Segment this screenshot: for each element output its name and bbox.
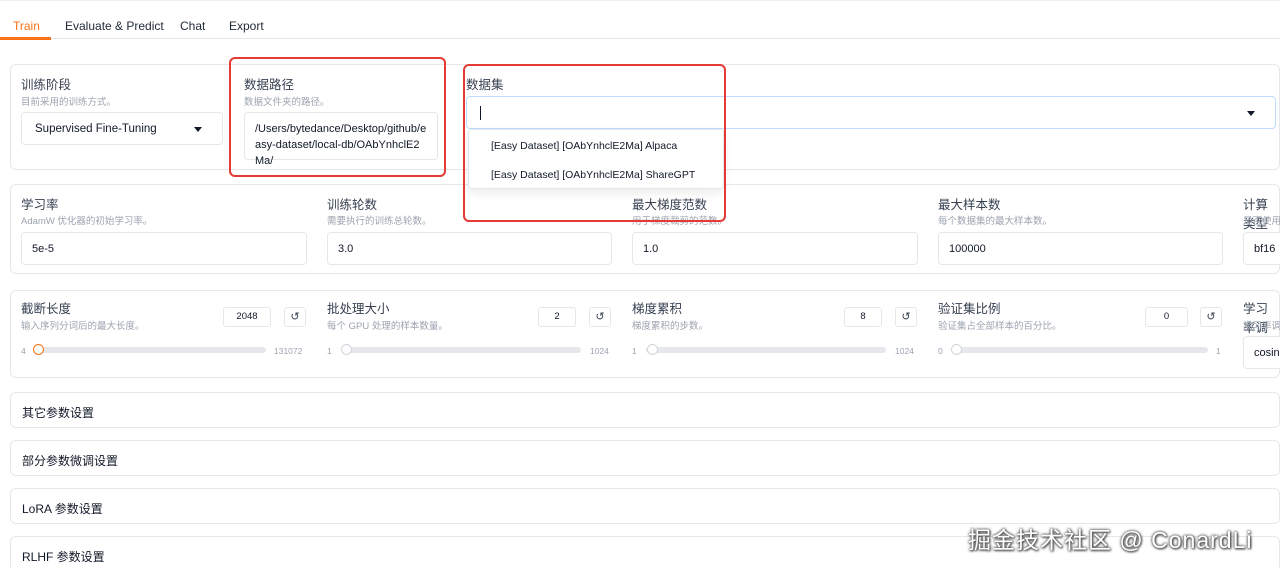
cutoff-len-reset-icon[interactable]: ↺ (284, 307, 306, 327)
val-size-max: 1 (1216, 346, 1221, 356)
tab-train[interactable]: Train (13, 19, 40, 33)
cutoff-len-label: 截断长度 (21, 302, 72, 316)
batch-size-info: 每个 GPU 处理的样本数量。 (327, 321, 448, 332)
val-size-info: 验证集占全部样本的百分比。 (938, 321, 1062, 332)
dataset-label: 数据集 (466, 78, 504, 92)
dataset-dropdown-list: [Easy Dataset] [OAbYnhclE2Ma] Alpaca [Ea… (468, 129, 724, 189)
stage-select-value: Supervised Fine-Tuning (35, 123, 157, 135)
grad-accum-info: 梯度累积的步数。 (632, 321, 709, 332)
cutoff-len-slider[interactable] (33, 344, 266, 355)
dataset-option-sharegpt[interactable]: [Easy Dataset] [OAbYnhclE2Ma] ShareGPT (491, 169, 695, 181)
chevron-down-icon (1247, 111, 1255, 116)
lr-scheduler-select[interactable]: cosin (1243, 336, 1280, 369)
lr-scheduler-info: 学习率调 (1243, 321, 1280, 332)
max-samples-label: 最大样本数 (938, 198, 1001, 212)
compute-type-select[interactable]: bf16 (1243, 232, 1280, 265)
cutoff-len-info: 输入序列分词后的最大长度。 (21, 321, 145, 332)
slider-thumb[interactable] (951, 344, 962, 355)
accordion-extra-settings[interactable]: 其它参数设置 (10, 392, 1280, 428)
slider-thumb[interactable] (33, 344, 44, 355)
num-epochs-label: 训练轮数 (327, 198, 378, 212)
batch-size-label: 批处理大小 (327, 302, 390, 316)
grad-accum-number[interactable]: 8 (844, 307, 882, 327)
dataset-dir-input[interactable]: /Users/bytedance/Desktop/github/easy-dat… (244, 112, 438, 167)
chevron-down-icon (194, 127, 202, 132)
dataset-option-alpaca[interactable]: [Easy Dataset] [OAbYnhclE2Ma] Alpaca (491, 140, 677, 152)
grad-accum-min: 1 (632, 346, 637, 356)
stage-select[interactable]: Supervised Fine-Tuning (21, 112, 223, 145)
max-grad-norm-info: 用于梯度裁剪的范数。 (632, 216, 728, 227)
accordion-title: 部分参数微调设置 (22, 454, 119, 468)
dataset-dir-label: 数据路径 (244, 78, 295, 92)
dataset-select[interactable] (466, 96, 1276, 129)
dataset-dir-info: 数据文件夹的路径。 (244, 97, 330, 108)
cutoff-len-max: 131072 (274, 346, 303, 356)
tab-evaluate-predict[interactable]: Evaluate & Predict (65, 19, 164, 33)
watermark: 掘金技术社区 @ ConardLi (968, 527, 1253, 553)
batch-size-max: 1024 (590, 346, 609, 356)
slider-thumb[interactable] (341, 344, 352, 355)
tab-export[interactable]: Export (229, 19, 264, 33)
max-samples-input[interactable]: 100000 (938, 232, 1223, 265)
max-samples-info: 每个数据集的最大样本数。 (938, 216, 1053, 227)
accordion-title: 其它参数设置 (22, 406, 95, 420)
accordion-title: RLHF 参数设置 (22, 550, 105, 564)
batch-size-min: 1 (327, 346, 332, 356)
stage-label: 训练阶段 (21, 78, 72, 92)
grad-accum-slider[interactable] (646, 344, 886, 355)
val-size-reset-icon[interactable]: ↺ (1200, 307, 1222, 327)
batch-size-reset-icon[interactable]: ↺ (589, 307, 611, 327)
val-size-slider[interactable] (951, 344, 1208, 355)
max-grad-norm-label: 最大梯度范数 (632, 198, 708, 212)
tab-bar: Train Evaluate & Predict Chat Export (0, 0, 1280, 40)
grad-accum-label: 梯度累积 (632, 302, 683, 316)
learning-rate-label: 学习率 (21, 198, 59, 212)
cutoff-len-min: 4 (21, 346, 26, 356)
val-size-number[interactable]: 0 (1145, 307, 1188, 327)
val-size-min: 0 (938, 346, 943, 356)
learning-rate-info: AdamW 优化器的初始学习率。 (21, 216, 153, 227)
text-cursor (480, 106, 481, 120)
compute-type-info: 是否使用 (1243, 216, 1280, 227)
active-tab-indicator (0, 37, 51, 40)
grad-accum-max: 1024 (895, 346, 914, 356)
num-epochs-input[interactable]: 3.0 (327, 232, 612, 265)
slider-thumb[interactable] (647, 344, 658, 355)
stage-info: 目前采用的训练方式。 (21, 97, 117, 108)
num-epochs-info: 需要执行的训练总轮数。 (327, 216, 432, 227)
accordion-title: LoRA 参数设置 (22, 502, 103, 516)
max-grad-norm-input[interactable]: 1.0 (632, 232, 918, 265)
batch-size-number[interactable]: 2 (538, 307, 576, 327)
val-size-label: 验证集比例 (938, 302, 1001, 316)
batch-size-slider[interactable] (341, 344, 581, 355)
learning-rate-input[interactable]: 5e-5 (21, 232, 307, 265)
cutoff-len-number[interactable]: 2048 (223, 307, 271, 327)
tab-chat[interactable]: Chat (180, 19, 205, 33)
accordion-lora-settings[interactable]: LoRA 参数设置 (10, 488, 1280, 524)
accordion-freeze-settings[interactable]: 部分参数微调设置 (10, 440, 1280, 476)
grad-accum-reset-icon[interactable]: ↺ (895, 307, 917, 327)
